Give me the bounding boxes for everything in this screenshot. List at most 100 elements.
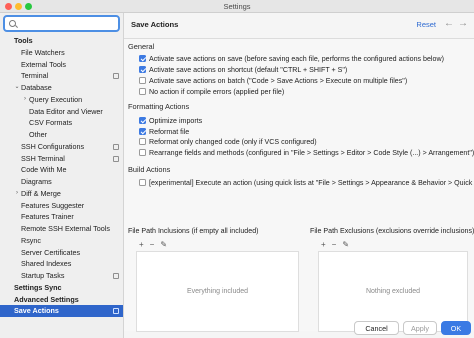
settings-sidebar: Tools File Watchers External Tools Terminal… <box>0 13 124 338</box>
checkbox-checked[interactable] <box>139 55 146 62</box>
sidebar-item-label: Remote SSH External Tools <box>21 224 110 233</box>
sidebar-item-label: Startup Tasks <box>21 271 65 280</box>
ok-button[interactable]: OK <box>441 321 471 335</box>
sidebar-item-advanced-settings[interactable]: Advanced Settings <box>0 294 123 306</box>
checkbox-unchecked[interactable] <box>139 179 146 186</box>
edit-icon[interactable]: ✎ <box>160 240 167 249</box>
sidebar-item-label: SSH Terminal <box>21 153 65 163</box>
sidebar-item-ssh-configurations[interactable]: SSH Configurations <box>0 141 123 153</box>
sidebar-item-shared-indexes[interactable]: Shared Indexes <box>0 258 123 270</box>
checkbox-label: No action if compile errors (applied per… <box>149 88 285 96</box>
checkbox-label: Rearrange fields and methods (configured… <box>149 148 474 157</box>
chevron-down-icon[interactable]: ⌄ <box>13 82 21 94</box>
inclusions-list[interactable]: Everything included <box>136 251 299 332</box>
project-settings-icon <box>113 73 119 80</box>
sidebar-item-label: Shared Indexes <box>21 259 72 269</box>
sidebar-item-label: Other <box>29 130 47 139</box>
apply-button[interactable]: Apply <box>403 321 437 335</box>
sidebar-item-label: Server Certificates <box>21 247 81 257</box>
sidebar-item-external-tools[interactable]: External Tools <box>0 59 123 71</box>
sidebar-item-features-suggester[interactable]: Features Suggester <box>0 200 123 212</box>
sidebar-item-save-actions[interactable]: Save Actions <box>0 305 123 317</box>
checkbox-checked[interactable] <box>139 127 146 135</box>
exclusions-empty-text: Nothing excluded <box>365 288 421 295</box>
cancel-button[interactable]: Cancel <box>354 321 399 335</box>
sidebar-item-database[interactable]: ⌄ Database <box>0 82 123 94</box>
sidebar-item-label: Code With Me <box>21 165 67 175</box>
sidebar-item-label: Query Execution <box>29 94 83 104</box>
sidebar-item-server-certificates[interactable]: Server Certificates <box>0 247 123 259</box>
sidebar-item-label: SSH Configurations <box>21 141 85 151</box>
sidebar-item-label: Diagrams <box>21 177 52 186</box>
sidebar-item-remote-ssh-external-tools[interactable]: Remote SSH External Tools <box>0 223 123 235</box>
add-icon[interactable]: + <box>139 240 144 249</box>
sidebar-item-csv-formats[interactable]: CSV Formats <box>0 117 123 129</box>
checkbox-unchecked[interactable] <box>139 148 146 156</box>
inclusions-toolbar: + − ✎ <box>139 240 173 249</box>
sidebar-item-label: Rsync <box>21 235 41 245</box>
settings-tree: Tools File Watchers External Tools Terminal… <box>0 35 123 317</box>
build-section-title: Build Actions <box>128 165 171 174</box>
sidebar-item-label: Data Editor and Viewer <box>29 106 103 116</box>
inclusions-title: File Path Inclusions (if empty all inclu… <box>128 227 259 235</box>
sidebar-item-other[interactable]: Other <box>0 129 123 141</box>
sidebar-item-ssh-terminal[interactable]: SSH Terminal <box>0 153 123 165</box>
reset-link[interactable]: Reset <box>416 20 436 29</box>
project-settings-icon <box>113 155 119 162</box>
sidebar-item-data-editor-and-viewer[interactable]: Data Editor and Viewer <box>0 106 123 118</box>
sidebar-item-label: Advanced Settings <box>14 294 79 304</box>
sidebar-item-label: Tools <box>14 36 33 45</box>
formatting-section-title: Formatting Actions <box>128 102 190 111</box>
sidebar-item-rsync[interactable]: Rsync <box>0 235 123 247</box>
checkbox-checked[interactable] <box>139 117 146 124</box>
project-settings-icon <box>113 273 119 279</box>
window-title: Settings <box>223 2 251 11</box>
checkbox-unchecked[interactable] <box>139 77 146 84</box>
sidebar-item-label: Diff & Merge <box>21 188 61 198</box>
settings-main-panel: Save Actions Reset ← → General Activate … <box>124 13 474 338</box>
sidebar-item-label: Terminal <box>21 71 49 81</box>
sidebar-item-label: Save Actions <box>14 306 59 316</box>
sidebar-item-diff-merge[interactable]: › Diff & Merge <box>0 188 123 200</box>
checkbox-checked[interactable] <box>139 66 146 73</box>
exclusions-toolbar: + − ✎ <box>321 240 355 249</box>
sidebar-item-label: File Watchers <box>21 47 65 57</box>
checkbox-label: Activate save actions on save (before sa… <box>149 55 444 63</box>
checkbox-label: Reformat file <box>149 127 190 136</box>
project-settings-icon <box>113 308 119 315</box>
settings-search-input[interactable] <box>3 15 120 32</box>
forward-arrow-icon[interactable]: → <box>458 18 468 29</box>
checkbox-label: [experimental] Execute an action (using … <box>149 179 474 187</box>
checkbox-unchecked[interactable] <box>139 138 146 145</box>
exclusions-list[interactable]: Nothing excluded <box>318 251 468 332</box>
checkbox-unchecked[interactable] <box>139 88 146 95</box>
inclusions-empty-text: Everything included <box>186 288 249 295</box>
general-section-title: General <box>128 42 155 51</box>
sidebar-item-label: Settings Sync <box>14 282 62 292</box>
chevron-right-icon[interactable]: › <box>21 94 29 106</box>
back-arrow-icon[interactable]: ← <box>444 18 454 29</box>
sidebar-item-tools[interactable]: Tools <box>0 35 123 47</box>
sidebar-item-settings-sync[interactable]: Settings Sync <box>0 282 123 294</box>
search-icon <box>9 20 16 27</box>
chevron-right-icon[interactable]: › <box>13 188 21 200</box>
sidebar-item-label: External Tools <box>21 59 67 69</box>
sidebar-item-code-with-me[interactable]: Code With Me <box>0 164 123 176</box>
page-title: Save Actions <box>131 20 179 29</box>
edit-icon[interactable]: ✎ <box>342 240 349 249</box>
sidebar-item-label: Database <box>21 83 52 92</box>
sidebar-item-diagrams[interactable]: Diagrams <box>0 176 123 188</box>
sidebar-item-startup-tasks[interactable]: Startup Tasks <box>0 270 123 282</box>
sidebar-item-label: Features Trainer <box>21 212 74 222</box>
title-bar: Settings <box>0 0 474 13</box>
checkbox-label: Activate save actions on batch ("Code > … <box>149 77 408 85</box>
sidebar-item-terminal[interactable]: Terminal <box>0 70 123 82</box>
add-icon[interactable]: + <box>321 240 326 249</box>
remove-icon[interactable]: − <box>332 240 337 249</box>
sidebar-item-file-watchers[interactable]: File Watchers <box>0 47 123 59</box>
sidebar-item-features-trainer[interactable]: Features Trainer <box>0 211 123 223</box>
checkbox-label: Activate save actions on shortcut (defau… <box>149 66 348 74</box>
sidebar-item-query-execution[interactable]: › Query Execution <box>0 94 123 106</box>
sidebar-item-label: Features Suggester <box>21 200 85 210</box>
remove-icon[interactable]: − <box>150 240 155 249</box>
